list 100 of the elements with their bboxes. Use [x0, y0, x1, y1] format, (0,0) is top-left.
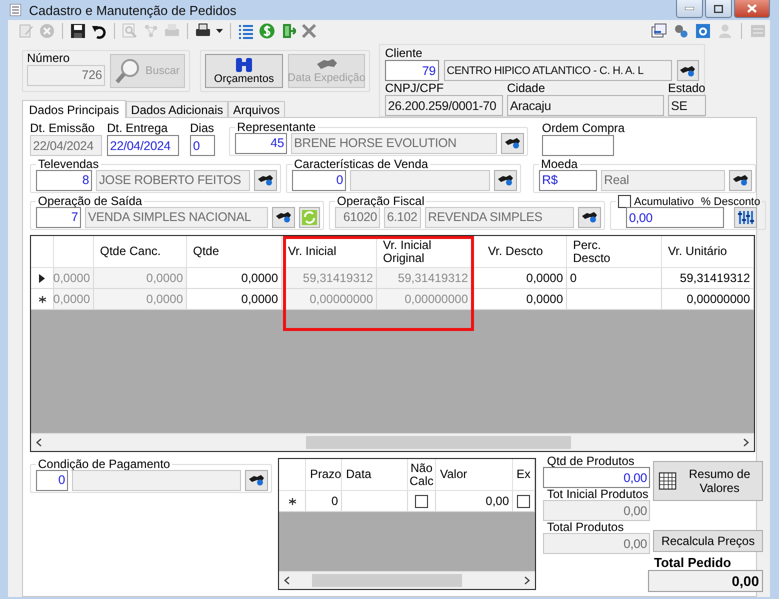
row-header[interactable]	[279, 491, 306, 512]
refresh-icon	[302, 210, 317, 224]
code-field[interactable]: 6.102	[384, 206, 421, 228]
name-field[interactable]: REVENDA SIMPLES	[425, 206, 574, 228]
table-cell: 0,00000000	[662, 289, 754, 310]
code-field[interactable]: 0	[36, 470, 68, 490]
close-icon	[747, 4, 757, 13]
coin-icon[interactable]	[259, 23, 275, 39]
total-field[interactable]: 0,00	[543, 500, 650, 521]
code-field[interactable]: 45	[235, 132, 287, 154]
code-field[interactable]: 61020	[335, 206, 380, 228]
table-cell: 0,0000	[472, 268, 567, 289]
text-field[interactable]: 26.200.259/0001-70	[385, 95, 503, 116]
undo-icon[interactable]	[91, 23, 107, 39]
column-header[interactable]: Qtde	[193, 245, 220, 258]
maximize-button[interactable]	[705, 0, 732, 18]
name-field[interactable]: Real	[601, 170, 725, 190]
group-label: Representante	[236, 121, 317, 133]
row-header[interactable]	[31, 268, 54, 289]
total-field[interactable]: 0,00	[543, 533, 650, 554]
window-icon[interactable]	[651, 23, 667, 39]
column-header[interactable]: Vr. Unitário	[668, 245, 727, 258]
caret-icon[interactable]	[216, 29, 223, 33]
app-icon[interactable]	[695, 23, 711, 39]
code-field[interactable]: R$	[539, 170, 597, 190]
column-header[interactable]: Não Calc	[410, 462, 434, 488]
name-field[interactable]	[72, 470, 241, 490]
filter-button[interactable]	[734, 207, 757, 228]
lookup-button[interactable]	[578, 206, 601, 228]
column-header[interactable]: Vr. Descto	[488, 245, 543, 258]
table-cell: 59,31419312	[662, 268, 754, 289]
lookup-button[interactable]	[729, 170, 752, 190]
name-field[interactable]: JOSE ROBERTO FEITOS	[96, 170, 250, 190]
row-header[interactable]	[31, 289, 54, 310]
group-label: Moeda	[540, 158, 579, 170]
checkbox[interactable]	[517, 494, 530, 508]
recalculate-button[interactable]: Recalcula Preços	[653, 530, 763, 552]
restore-icon	[714, 4, 723, 12]
exit-icon[interactable]	[280, 23, 296, 39]
gears-icon[interactable]	[673, 23, 689, 39]
column-header[interactable]: Ex	[516, 468, 531, 481]
binoculars-icon	[504, 137, 520, 149]
group-label: Televendas	[37, 158, 100, 170]
tab[interactable]: Dados Principais	[22, 100, 126, 118]
name-field[interactable]: VENDA SIMPLES NACIONAL	[85, 206, 268, 228]
text-field[interactable]: Aracaju	[507, 95, 664, 116]
text-field[interactable]	[542, 135, 614, 156]
code-field[interactable]: 0	[292, 170, 346, 190]
column-header[interactable]: Data	[346, 468, 372, 481]
lookup-button[interactable]	[245, 470, 268, 490]
lookup-button[interactable]	[254, 170, 277, 190]
field-label: Total Produtos	[547, 521, 625, 533]
checkbox[interactable]	[618, 195, 631, 208]
column-header[interactable]: Vr. Inicial	[288, 245, 336, 258]
binoculars-icon	[498, 174, 514, 186]
field-label: Dt. Emissão	[30, 121, 96, 135]
new-row-icon	[288, 498, 296, 504]
minimize-button[interactable]	[676, 0, 703, 18]
column-header[interactable]: Qtde Canc.	[100, 245, 161, 258]
lookup-button[interactable]	[272, 206, 295, 228]
name-field[interactable]	[350, 170, 490, 190]
horizontal-scrollbar[interactable]	[31, 433, 754, 451]
code-field[interactable]: 8	[36, 170, 92, 190]
group-label: Operação de Saída	[37, 195, 144, 207]
close-button[interactable]	[734, 0, 770, 18]
sliders-icon	[738, 210, 754, 225]
text-field[interactable]: 22/04/2024	[107, 135, 179, 156]
tab[interactable]: Arquivos	[228, 101, 285, 117]
text-field[interactable]: 0	[190, 135, 215, 156]
text-field[interactable]: SE	[668, 95, 706, 116]
code-field[interactable]: 7	[36, 206, 81, 228]
text-field[interactable]: 22/04/2024	[30, 135, 102, 156]
name-field[interactable]: BRENE HORSE EVOLUTION	[291, 132, 497, 154]
save-icon[interactable]	[70, 23, 86, 39]
lookup-button[interactable]	[494, 170, 517, 190]
table-cell: 0	[306, 491, 342, 512]
table-cell: 0,00000000	[282, 289, 377, 310]
checkbox[interactable]	[415, 494, 428, 508]
total-field[interactable]: 0,00	[543, 467, 650, 488]
summary-button[interactable]: Resumo de Valores	[653, 461, 763, 501]
list-icon[interactable]	[238, 23, 254, 39]
lookup-button[interactable]	[676, 60, 699, 81]
column-header[interactable]: Valor	[440, 468, 468, 481]
column-header[interactable]: Perc. Descto	[573, 238, 635, 264]
column-header[interactable]: Vr. Inicial Original	[383, 238, 445, 264]
toolbar-button[interactable]: Orçamentos	[205, 54, 283, 88]
printer-icon[interactable]	[195, 23, 211, 39]
scrollbar-thumb[interactable]	[312, 574, 462, 587]
close-icon[interactable]	[301, 23, 317, 39]
window-title: Cadastro e Manutenção de Pedidos	[29, 2, 236, 18]
tab[interactable]: Dados Adicionais	[126, 101, 228, 117]
column-header[interactable]: Prazo	[310, 468, 342, 481]
name-field[interactable]: CENTRO HIPICO ATLANTICO - C. H. A. L	[444, 60, 672, 81]
discount-field[interactable]: 0,00	[626, 207, 724, 228]
scrollbar-thumb[interactable]	[306, 436, 571, 449]
number-field[interactable]: 726	[27, 64, 105, 86]
horizontal-scrollbar[interactable]	[279, 571, 535, 589]
field-label: Qtd de Produtos	[547, 455, 636, 467]
lookup-button[interactable]	[501, 132, 524, 154]
code-field[interactable]: 79	[385, 60, 439, 81]
